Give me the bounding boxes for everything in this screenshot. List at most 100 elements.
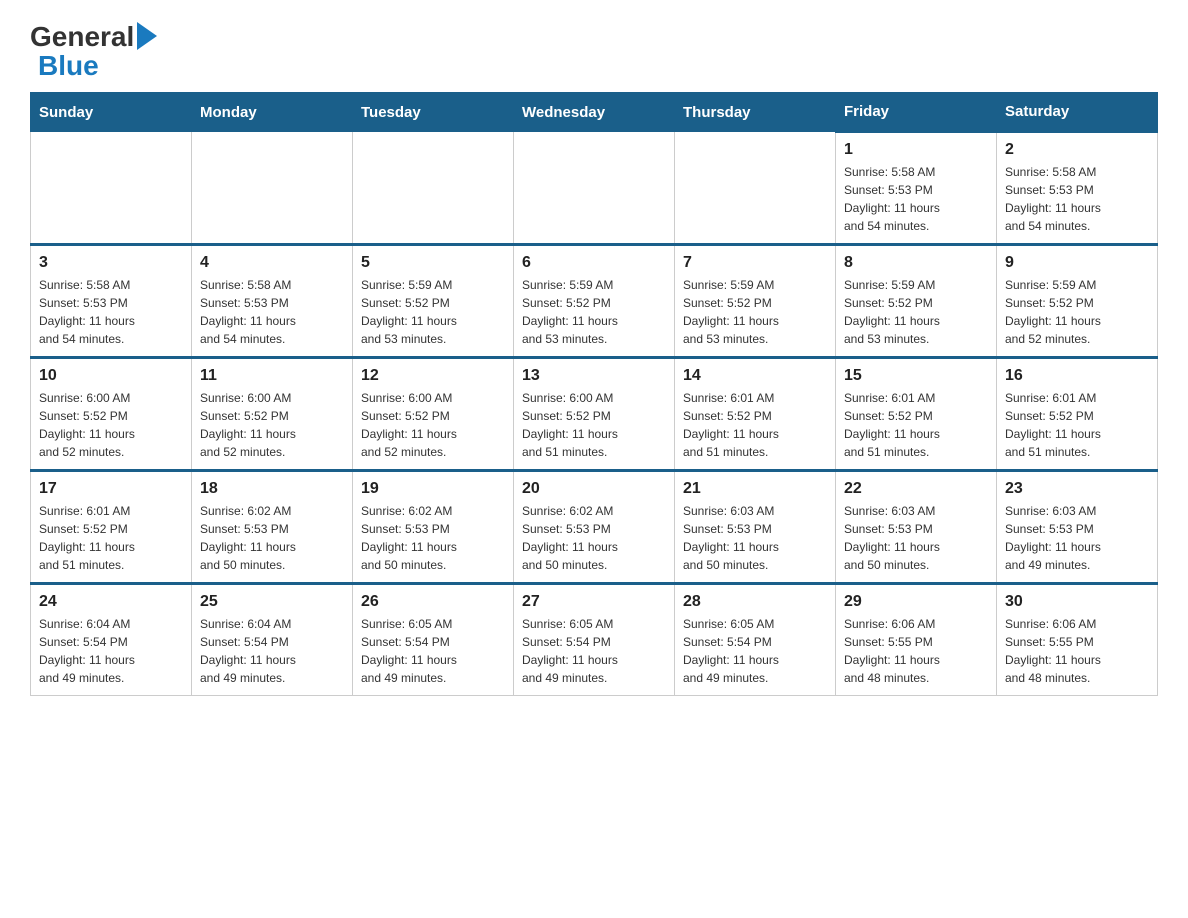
day-number: 8 [844,254,988,272]
day-info: Sunrise: 6:03 AMSunset: 5:53 PMDaylight:… [844,502,988,574]
day-info: Sunrise: 6:05 AMSunset: 5:54 PMDaylight:… [522,615,666,687]
weekday-header-monday: Monday [192,93,353,132]
day-number: 17 [39,480,183,498]
day-number: 27 [522,593,666,611]
logo-blue: Blue [38,50,99,82]
weekday-header-thursday: Thursday [675,93,836,132]
calendar-cell: 20 Sunrise: 6:02 AMSunset: 5:53 PMDayligh… [514,471,675,584]
weekday-header-tuesday: Tuesday [353,93,514,132]
weekday-header-friday: Friday [836,93,997,132]
day-info: Sunrise: 6:02 AMSunset: 5:53 PMDaylight:… [522,502,666,574]
day-info: Sunrise: 5:59 AMSunset: 5:52 PMDaylight:… [522,276,666,348]
calendar-cell: 23 Sunrise: 6:03 AMSunset: 5:53 PMDayligh… [997,471,1158,584]
calendar-cell: 19 Sunrise: 6:02 AMSunset: 5:53 PMDayligh… [353,471,514,584]
weekday-header-row: SundayMondayTuesdayWednesdayThursdayFrid… [31,93,1158,132]
calendar-cell [353,132,514,245]
week-row-2: 3 Sunrise: 5:58 AMSunset: 5:53 PMDaylight… [31,245,1158,358]
calendar-cell: 30 Sunrise: 6:06 AMSunset: 5:55 PMDayligh… [997,584,1158,696]
calendar-cell: 11Sunrise: 6:00 AMSunset: 5:52 PMDayligh… [192,358,353,471]
day-info: Sunrise: 6:00 AMSunset: 5:52 PMDaylight:… [39,389,183,461]
day-info: Sunrise: 5:58 AMSunset: 5:53 PMDaylight:… [844,163,988,235]
day-number: 3 [39,254,183,272]
calendar-cell: 10 Sunrise: 6:00 AMSunset: 5:52 PMDayligh… [31,358,192,471]
calendar-cell [675,132,836,245]
calendar-cell [192,132,353,245]
day-info: Sunrise: 5:59 AMSunset: 5:52 PMDaylight:… [844,276,988,348]
day-info: Sunrise: 6:00 AMSunset: 5:52 PMDaylight:… [522,389,666,461]
day-info: Sunrise: 6:01 AMSunset: 5:52 PMDaylight:… [1005,389,1149,461]
day-info: Sunrise: 6:03 AMSunset: 5:53 PMDaylight:… [683,502,827,574]
day-number: 22 [844,480,988,498]
calendar-cell: 27 Sunrise: 6:05 AMSunset: 5:54 PMDayligh… [514,584,675,696]
weekday-header-sunday: Sunday [31,93,192,132]
weekday-header-wednesday: Wednesday [514,93,675,132]
day-number: 10 [39,367,183,385]
calendar-cell: 9Sunrise: 5:59 AMSunset: 5:52 PMDaylight… [997,245,1158,358]
day-info: Sunrise: 6:02 AMSunset: 5:53 PMDaylight:… [361,502,505,574]
calendar-cell: 18Sunrise: 6:02 AMSunset: 5:53 PMDayligh… [192,471,353,584]
calendar-cell: 17 Sunrise: 6:01 AMSunset: 5:52 PMDayligh… [31,471,192,584]
day-info: Sunrise: 6:00 AMSunset: 5:52 PMDaylight:… [361,389,505,461]
day-number: 18 [200,480,344,498]
logo: General Blue [30,20,157,82]
calendar-cell: 14 Sunrise: 6:01 AMSunset: 5:52 PMDayligh… [675,358,836,471]
day-info: Sunrise: 6:03 AMSunset: 5:53 PMDaylight:… [1005,502,1149,574]
day-number: 23 [1005,480,1149,498]
day-number: 6 [522,254,666,272]
calendar-cell: 8 Sunrise: 5:59 AMSunset: 5:52 PMDaylight… [836,245,997,358]
day-number: 20 [522,480,666,498]
calendar-cell: 13 Sunrise: 6:00 AMSunset: 5:52 PMDayligh… [514,358,675,471]
day-number: 30 [1005,593,1149,611]
day-info: Sunrise: 5:58 AMSunset: 5:53 PMDaylight:… [1005,163,1149,235]
day-info: Sunrise: 6:01 AMSunset: 5:52 PMDaylight:… [683,389,827,461]
day-info: Sunrise: 5:59 AMSunset: 5:52 PMDaylight:… [361,276,505,348]
day-number: 4 [200,254,344,272]
day-number: 14 [683,367,827,385]
day-info: Sunrise: 6:01 AMSunset: 5:52 PMDaylight:… [844,389,988,461]
week-row-5: 24 Sunrise: 6:04 AMSunset: 5:54 PMDayligh… [31,584,1158,696]
day-number: 19 [361,480,505,498]
week-row-4: 17 Sunrise: 6:01 AMSunset: 5:52 PMDayligh… [31,471,1158,584]
day-number: 25 [200,593,344,611]
day-number: 2 [1005,141,1149,159]
calendar-cell: 4 Sunrise: 5:58 AMSunset: 5:53 PMDaylight… [192,245,353,358]
calendar-cell: 5 Sunrise: 5:59 AMSunset: 5:52 PMDaylight… [353,245,514,358]
calendar: SundayMondayTuesdayWednesdayThursdayFrid… [30,92,1158,696]
day-number: 29 [844,593,988,611]
day-number: 21 [683,480,827,498]
calendar-cell: 12Sunrise: 6:00 AMSunset: 5:52 PMDayligh… [353,358,514,471]
day-number: 5 [361,254,505,272]
day-number: 11 [200,367,344,385]
day-info: Sunrise: 5:59 AMSunset: 5:52 PMDaylight:… [683,276,827,348]
calendar-cell: 26 Sunrise: 6:05 AMSunset: 5:54 PMDayligh… [353,584,514,696]
day-number: 28 [683,593,827,611]
day-info: Sunrise: 5:58 AMSunset: 5:53 PMDaylight:… [39,276,183,348]
calendar-cell: 29 Sunrise: 6:06 AMSunset: 5:55 PMDayligh… [836,584,997,696]
calendar-cell: 21 Sunrise: 6:03 AMSunset: 5:53 PMDayligh… [675,471,836,584]
day-info: Sunrise: 5:58 AMSunset: 5:53 PMDaylight:… [200,276,344,348]
day-number: 26 [361,593,505,611]
calendar-cell: 28Sunrise: 6:05 AMSunset: 5:54 PMDayligh… [675,584,836,696]
day-number: 13 [522,367,666,385]
day-info: Sunrise: 6:05 AMSunset: 5:54 PMDaylight:… [361,615,505,687]
day-info: Sunrise: 6:06 AMSunset: 5:55 PMDaylight:… [844,615,988,687]
calendar-cell [31,132,192,245]
calendar-cell: 2 Sunrise: 5:58 AMSunset: 5:53 PMDaylight… [997,132,1158,245]
calendar-cell [514,132,675,245]
logo-general: General [30,23,134,51]
day-number: 16 [1005,367,1149,385]
week-row-1: 1Sunrise: 5:58 AMSunset: 5:53 PMDaylight… [31,132,1158,245]
day-info: Sunrise: 6:04 AMSunset: 5:54 PMDaylight:… [200,615,344,687]
day-number: 24 [39,593,183,611]
calendar-cell: 3 Sunrise: 5:58 AMSunset: 5:53 PMDaylight… [31,245,192,358]
day-number: 7 [683,254,827,272]
day-number: 9 [1005,254,1149,272]
day-number: 15 [844,367,988,385]
week-row-3: 10 Sunrise: 6:00 AMSunset: 5:52 PMDayligh… [31,358,1158,471]
calendar-cell: 22 Sunrise: 6:03 AMSunset: 5:53 PMDayligh… [836,471,997,584]
calendar-cell: 1Sunrise: 5:58 AMSunset: 5:53 PMDaylight… [836,132,997,245]
calendar-cell: 24Sunrise: 6:04 AMSunset: 5:54 PMDayligh… [31,584,192,696]
day-info: Sunrise: 6:06 AMSunset: 5:55 PMDaylight:… [1005,615,1149,687]
day-info: Sunrise: 6:01 AMSunset: 5:52 PMDaylight:… [39,502,183,574]
weekday-header-saturday: Saturday [997,93,1158,132]
